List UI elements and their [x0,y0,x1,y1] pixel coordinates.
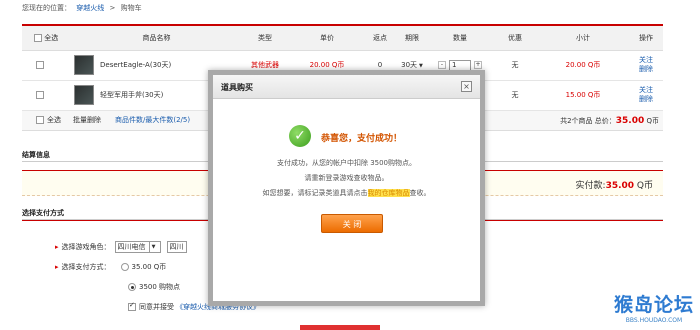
close-button[interactable]: 关 闭 [321,214,383,233]
dialog-header: 道具购买 × [213,75,480,99]
watermark-url: BBS.HOUDAO.COM [625,317,683,324]
info-line-3: 如您想要，请标记录类道具请点击我的仓库物品查收。 [213,188,480,198]
info-line-3-suffix: 查收。 [409,189,431,197]
purchase-dialog: 道具购买 × ✓ 恭喜您，支付成功！ 支付成功，从您的帐户中扣除 3500购物点… [208,70,485,306]
modal-overlay: 道具购买 × ✓ 恭喜您，支付成功！ 支付成功，从您的帐户中扣除 3500购物点… [0,0,700,330]
watermark-title: 猴岛论坛 [613,294,694,316]
dialog-title: 道具购买 [221,83,253,92]
check-icon: ✓ [289,125,311,147]
close-icon[interactable]: × [461,81,472,92]
success-message: 恭喜您，支付成功！ [321,134,403,144]
info-line-3-prefix: 如您想要，请标记录类道具请点击 [262,189,368,197]
info-line-1: 支付成功，从您的帐户中扣除 3500购物点。 [276,159,417,167]
info-line-2: 请重新登录游戏查收物品。 [304,174,389,182]
warehouse-link[interactable]: 我的仓库物品 [367,189,410,197]
watermark-logo: 猴岛论坛 BBS.HOUDAO.COM [614,290,694,324]
